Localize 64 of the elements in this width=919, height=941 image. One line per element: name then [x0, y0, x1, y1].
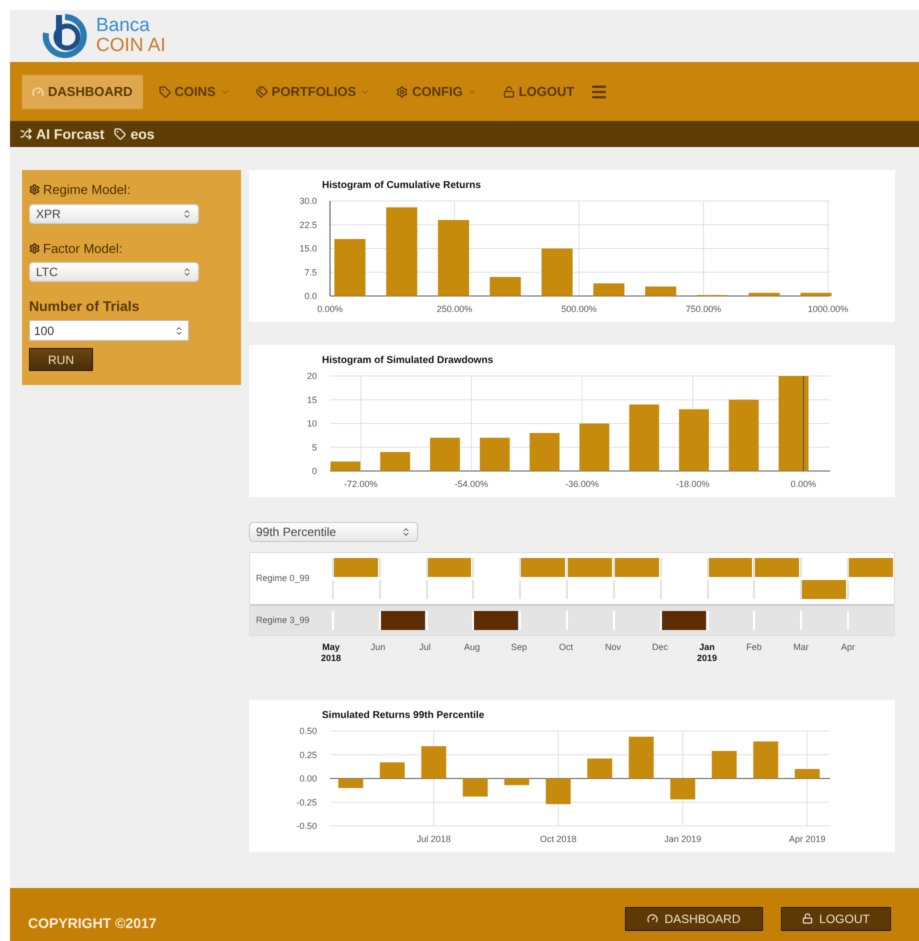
month-label: Nov — [605, 642, 621, 653]
axis-tick-label: -72.00% — [344, 479, 378, 489]
timeline-row-label: Regime 3_99 — [256, 614, 310, 627]
axis-tick-label: 1000.00% — [808, 304, 848, 314]
month-label: Sep — [511, 642, 527, 653]
axis-tick-label: 22.5 — [299, 220, 317, 230]
month-label: Mar — [793, 642, 809, 653]
month-label: Oct — [559, 642, 573, 653]
axis-tick-label: 0.00% — [317, 304, 343, 314]
timeline-row-label: Regime 0_99 — [256, 572, 310, 585]
axis-tick-label: 0.25 — [299, 750, 317, 760]
axis-tick-label: Oct 2018 — [540, 834, 577, 844]
regime-select[interactable]: XPR — [29, 204, 199, 224]
axis-tick-label: 0.50 — [299, 726, 317, 736]
breadcrumb-item[interactable]: eos — [114, 124, 155, 144]
axis-tick-label: 30.0 — [299, 196, 317, 206]
axis-tick-label: -54.00% — [454, 479, 488, 489]
axis-tick-label: 0.00 — [299, 774, 317, 784]
axis-tick-label: -36.00% — [565, 479, 599, 489]
month-label: Jun — [370, 642, 386, 653]
field-label: Number of Trials — [29, 297, 140, 316]
month-label: Feb — [746, 642, 762, 653]
chart-title: Histogram of Cumulative Returns — [322, 180, 481, 191]
percentile-select[interactable]: 99th Percentile — [249, 522, 418, 542]
nav-item[interactable]: DASHBOARD — [22, 74, 142, 108]
axis-tick-label: 7.5 — [304, 267, 317, 278]
month-label: May — [322, 642, 340, 653]
footer-button[interactable]: LOGOUT — [781, 906, 891, 930]
breadcrumb-item[interactable]: AI Forcast — [20, 124, 104, 144]
month-label: Jan — [699, 642, 715, 653]
axis-tick-label: -18.00% — [676, 479, 710, 489]
chart-title: Simulated Returns 99th Percentile — [322, 710, 484, 721]
axis-tick-label: Apr 2019 — [788, 834, 826, 844]
axis-tick-label: 0.00% — [790, 479, 816, 489]
year-label: 2019 — [696, 653, 718, 664]
month-label: Aug — [464, 642, 480, 653]
axis-tick-label: 20 — [306, 371, 317, 381]
axis-tick-label: Jul 2018 — [416, 834, 451, 844]
axis-tick-label: 0 — [312, 466, 317, 476]
axis-tick-label: -0.25 — [296, 797, 317, 808]
month-label: Jul — [419, 642, 431, 653]
field-label: Factor Model: — [43, 240, 122, 258]
brand-name: COIN AI — [96, 36, 166, 56]
axis-tick-label: 500.00% — [561, 304, 597, 314]
chart-title: Histogram of Simulated Drawdowns — [322, 355, 494, 366]
axis-tick-label: 10 — [306, 418, 317, 428]
month-label: Apr — [841, 642, 855, 653]
axis-tick-label: 15.0 — [299, 244, 317, 254]
axis-tick-label: 750.00% — [686, 304, 722, 314]
axis-tick-label: 0.0 — [304, 291, 317, 301]
factor-select[interactable]: LTC — [29, 262, 199, 282]
axis-tick-label: Jan 2019 — [664, 834, 702, 844]
axis-tick-label: -0.50 — [296, 821, 317, 831]
month-label: Dec — [652, 642, 668, 653]
field-label: Regime Model: — [43, 181, 130, 199]
axis-tick-label: 5 — [312, 442, 317, 452]
copyright-text: COPYRIGHT ©2017 — [28, 914, 157, 933]
axis-tick-label: 15 — [306, 394, 317, 405]
brand-name: Banca — [96, 16, 151, 36]
year-label: 2018 — [320, 653, 342, 664]
footer-button[interactable]: DASHBOARD — [625, 906, 763, 930]
trials-input[interactable]: 100 — [29, 320, 189, 341]
axis-tick-label: 250.00% — [436, 304, 472, 314]
run-button[interactable]: RUN — [29, 348, 93, 371]
